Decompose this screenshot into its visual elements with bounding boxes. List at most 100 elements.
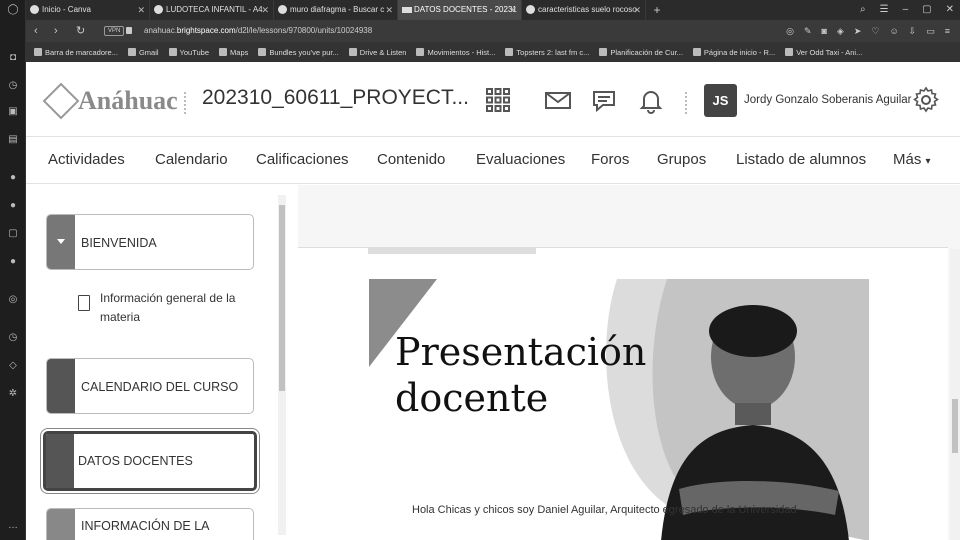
bookmark-folder[interactable]: Barra de marcadore... bbox=[34, 48, 118, 57]
tab-caracteristicas[interactable]: caracteristicas suelo rocoso ✕ bbox=[522, 0, 646, 20]
maximize-icon[interactable]: ▢ bbox=[922, 0, 931, 20]
bell-icon[interactable] bbox=[637, 86, 665, 114]
player-icon[interactable]: ◎ bbox=[7, 294, 19, 306]
more-icon[interactable]: … bbox=[7, 520, 19, 532]
tab-canva[interactable]: Inicio - Canva ✕ bbox=[26, 0, 150, 20]
lock-icon[interactable] bbox=[126, 27, 132, 34]
close-icon[interactable]: ✕ bbox=[261, 0, 269, 20]
bookmark-label: YouTube bbox=[179, 47, 210, 57]
unit-calendario-del-curso[interactable]: CALENDARIO DEL CURSO bbox=[46, 358, 254, 414]
easy-setup-icon[interactable]: ≡ bbox=[945, 20, 950, 42]
page-icon bbox=[348, 48, 357, 56]
bookmark-gmail[interactable]: Gmail bbox=[127, 47, 159, 57]
bookmark-odd-taxi[interactable]: Ver Odd Taxi - Ani... bbox=[785, 48, 862, 57]
folder-icon bbox=[34, 48, 42, 56]
telegram-icon[interactable]: ● bbox=[7, 200, 19, 212]
back-icon[interactable]: ‹ bbox=[34, 20, 38, 42]
url-field[interactable]: anahuac.brightspace.com/d2l/le/lessons/9… bbox=[144, 20, 372, 42]
account-icon[interactable]: ☺ bbox=[889, 20, 898, 42]
forward-icon[interactable]: › bbox=[54, 20, 58, 42]
bookmark-label: Gmail bbox=[138, 47, 159, 57]
tab-title: Inicio - Canva bbox=[42, 5, 91, 14]
opera-logo-icon[interactable]: ◯ bbox=[7, 4, 19, 16]
bookmark-youtube[interactable]: YouTube bbox=[168, 47, 210, 57]
close-icon[interactable]: ✕ bbox=[137, 0, 145, 20]
settings-icon[interactable]: ✲ bbox=[7, 388, 19, 400]
gamepad-icon[interactable]: ◘ bbox=[7, 52, 19, 64]
heart-icon[interactable]: ♡ bbox=[871, 20, 879, 42]
nav-calendario[interactable]: Calendario bbox=[155, 151, 228, 168]
edit-icon[interactable]: ✎ bbox=[804, 20, 812, 42]
twitch-icon[interactable]: ▤ bbox=[7, 134, 19, 146]
header-divider bbox=[184, 92, 186, 114]
nav-calificaciones[interactable]: Calificaciones bbox=[256, 151, 349, 168]
caret-down-icon bbox=[57, 239, 65, 244]
extensions-icon[interactable]: ◇ bbox=[7, 360, 19, 372]
lens-icon[interactable]: ◎ bbox=[786, 20, 794, 42]
bookmark-pagina-inicio[interactable]: Página de inicio - R... bbox=[692, 48, 775, 57]
reload-icon[interactable]: ↻ bbox=[76, 20, 85, 42]
close-icon[interactable]: ✕ bbox=[385, 0, 393, 20]
nav-contenido[interactable]: Contenido bbox=[377, 151, 445, 168]
speed-dial-icon[interactable]: ◷ bbox=[7, 80, 19, 92]
bookmark-topsters[interactable]: Topsters 2: last fm c... bbox=[505, 48, 589, 57]
nav-mas[interactable]: Más ▾ bbox=[893, 151, 931, 168]
anahuac-logo[interactable]: Anáhuac bbox=[42, 82, 178, 120]
scrollbar-thumb[interactable] bbox=[279, 205, 285, 391]
new-tab-button[interactable]: + bbox=[646, 0, 668, 20]
bookmark-planificacion[interactable]: Planificación de Cur... bbox=[599, 48, 683, 57]
tab-title: LUDOTECA INFANTIL - A4 bbox=[166, 5, 263, 14]
search-tabs-icon[interactable]: ⌕ bbox=[860, 0, 866, 20]
tab-ludoteca[interactable]: LUDOTECA INFANTIL - A4 ✕ bbox=[150, 0, 274, 20]
nav-grupos[interactable]: Grupos bbox=[657, 151, 706, 168]
nav-listado-alumnos[interactable]: Listado de alumnos bbox=[736, 151, 866, 168]
tab-datos-docentes[interactable]: DATOS DOCENTES - 20231 ✕ bbox=[398, 0, 522, 20]
instagram-icon[interactable]: ▢ bbox=[7, 228, 19, 240]
bookmark-label: Drive & Listen bbox=[359, 47, 407, 57]
course-navbar: Actividades Calendario Calificaciones Co… bbox=[26, 136, 960, 184]
send-icon[interactable]: ➤ bbox=[854, 20, 862, 42]
bookmark-label: Planificación de Cur... bbox=[610, 47, 683, 57]
units-scrollbar[interactable] bbox=[278, 195, 286, 535]
content-panel: Presentación docente Hola Chicas y chico… bbox=[298, 185, 960, 540]
shield-icon[interactable]: ◈ bbox=[837, 20, 844, 42]
scrollbar-thumb[interactable] bbox=[952, 399, 958, 453]
bookmark-movimientos[interactable]: Movimientos - Hist... bbox=[416, 48, 495, 57]
unit-label: BIENVENIDA bbox=[81, 236, 157, 250]
history-icon[interactable]: ◷ bbox=[7, 332, 19, 344]
nav-evaluaciones[interactable]: Evaluaciones bbox=[476, 151, 565, 168]
close-icon[interactable]: ✕ bbox=[633, 0, 641, 20]
tab-menu-icon[interactable]: ☰ bbox=[880, 0, 889, 20]
youtube-icon bbox=[168, 48, 177, 56]
bookmark-drive-listen[interactable]: Drive & Listen bbox=[348, 47, 407, 57]
twitter-icon[interactable]: ● bbox=[7, 256, 19, 268]
canva-favicon-icon bbox=[154, 5, 163, 14]
messenger-icon[interactable]: ● bbox=[7, 172, 19, 184]
course-title[interactable]: 202310_60611_PROYECT... bbox=[202, 86, 469, 110]
topic-label: Información general de la materia bbox=[100, 291, 236, 324]
avatar[interactable]: JS bbox=[704, 84, 737, 117]
unit-bienvenida[interactable]: BIENVENIDA bbox=[46, 214, 254, 270]
chat-icon[interactable] bbox=[590, 86, 618, 114]
battery-icon[interactable]: ▭ bbox=[926, 20, 935, 42]
nav-actividades[interactable]: Actividades bbox=[48, 151, 125, 168]
user-name[interactable]: Jordy Gonzalo Soberanis Aguilar bbox=[744, 94, 912, 106]
download-icon[interactable]: ⇩ bbox=[909, 20, 917, 42]
url-path: /d2l/le/lessons/970800/units/10024938 bbox=[235, 26, 373, 35]
vpn-badge[interactable]: VPN bbox=[104, 26, 125, 36]
bookmark-maps[interactable]: Maps bbox=[219, 48, 248, 57]
close-icon[interactable]: ✕ bbox=[509, 0, 517, 20]
tab-google-search[interactable]: muro diafragma - Buscar c ✕ bbox=[274, 0, 398, 20]
gear-icon[interactable] bbox=[912, 86, 940, 114]
unit-informacion-de-la[interactable]: INFORMACIÓN DE LA bbox=[46, 508, 254, 540]
content-scrollbar[interactable] bbox=[950, 249, 960, 540]
grid-icon[interactable] bbox=[484, 86, 512, 114]
mail-icon[interactable] bbox=[544, 86, 572, 114]
nav-foros[interactable]: Foros bbox=[591, 151, 629, 168]
unit-datos-docentes[interactable]: DATOS DOCENTES bbox=[43, 431, 257, 491]
workspaces-icon[interactable]: ▣ bbox=[7, 106, 19, 118]
minimize-icon[interactable]: – bbox=[903, 0, 909, 20]
close-window-icon[interactable]: ✕ bbox=[946, 0, 954, 20]
camera-icon[interactable]: ◙ bbox=[821, 20, 826, 42]
bookmark-bundles[interactable]: Bundles you've pur... bbox=[258, 48, 339, 57]
